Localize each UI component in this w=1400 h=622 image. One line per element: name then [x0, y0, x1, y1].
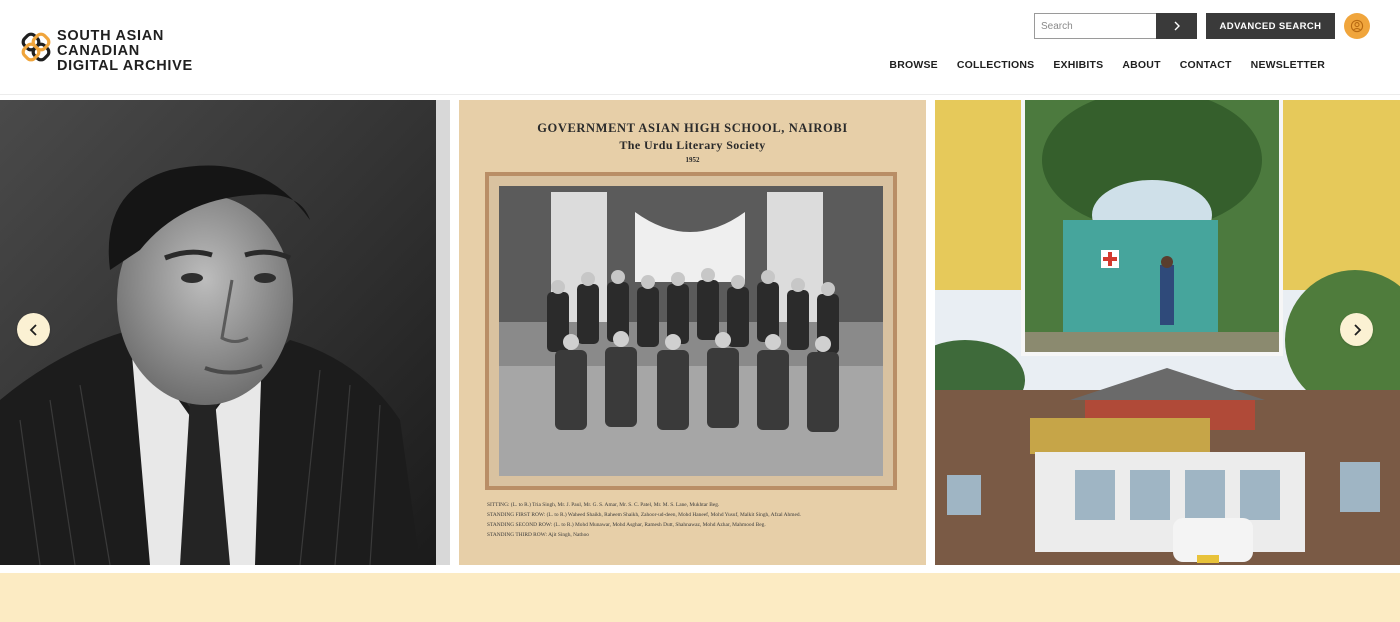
nav-item-browse[interactable]: BROWSE: [889, 59, 937, 71]
logo-mark-icon: [21, 32, 51, 62]
house-collage-photo: [935, 100, 1400, 565]
brand-line-2: CANADIAN: [57, 43, 140, 59]
site-title: SOUTH ASIAN CANADIAN DIGITAL ARCHIVE: [57, 29, 193, 74]
group-photo: [485, 172, 897, 490]
carousel-slide-house-collage[interactable]: [935, 100, 1400, 565]
portrait-photo: [0, 100, 450, 565]
user-account-button[interactable]: [1344, 13, 1370, 39]
photo-caption-year: 1952: [685, 156, 700, 164]
photo-caption-footer: SITTING: (L. to R.) Tria Singh, Mr. J. P…: [487, 500, 907, 540]
caption-line: STANDING THIRD ROW: Ajit Singh, Nathoo: [487, 532, 589, 538]
brand-line-1: SOUTH ASIAN: [57, 28, 165, 44]
nav-item-contact[interactable]: CONTACT: [1180, 59, 1232, 71]
nav-item-collections[interactable]: COLLECTIONS: [957, 59, 1034, 71]
caption-line: STANDING SECOND ROW: (L. to R.) Mohd Mun…: [487, 522, 766, 528]
brand-line-3: DIGITAL ARCHIVE: [57, 58, 193, 74]
caption-line: STANDING FIRST ROW: (L. to R.) Waheed Sh…: [487, 512, 801, 518]
nav-item-about[interactable]: ABOUT: [1122, 59, 1160, 71]
photo-caption-title: GOVERNMENT ASIAN HIGH SCHOOL, NAIROBI: [537, 121, 848, 135]
caption-line: SITTING: (L. to R.) Tria Singh, Mr. J. P…: [487, 502, 720, 508]
search-input[interactable]: [1034, 13, 1157, 39]
site-header: SOUTH ASIAN CANADIAN DIGITAL ARCHIVE ADV…: [0, 0, 1400, 95]
carousel-next-button[interactable]: [1340, 313, 1373, 346]
carousel-slide-portrait[interactable]: [0, 100, 450, 565]
chevron-right-icon: [1174, 21, 1180, 31]
advanced-search-button[interactable]: ADVANCED SEARCH: [1206, 13, 1335, 39]
nav-item-exhibits[interactable]: EXHIBITS: [1053, 59, 1103, 71]
main-navigation: BROWSE COLLECTIONS EXHIBITS ABOUT CONTAC…: [870, 59, 1325, 71]
feature-band: [0, 573, 1400, 622]
search-submit-button[interactable]: [1156, 13, 1197, 39]
carousel-slide-school-photo[interactable]: GOVERNMENT ASIAN HIGH SCHOOL, NAIROBI Th…: [459, 100, 926, 565]
user-avatar-icon: [1350, 19, 1364, 33]
photo-caption-subtitle: The Urdu Literary Society: [619, 138, 766, 152]
nav-item-newsletter[interactable]: NEWSLETTER: [1251, 59, 1325, 71]
image-carousel: GOVERNMENT ASIAN HIGH SCHOOL, NAIROBI Th…: [0, 100, 1400, 565]
site-logo[interactable]: SOUTH ASIAN CANADIAN DIGITAL ARCHIVE: [20, 29, 193, 74]
chevron-left-icon: [29, 323, 37, 336]
carousel-prev-button[interactable]: [17, 313, 50, 346]
chevron-right-icon: [1353, 323, 1361, 336]
